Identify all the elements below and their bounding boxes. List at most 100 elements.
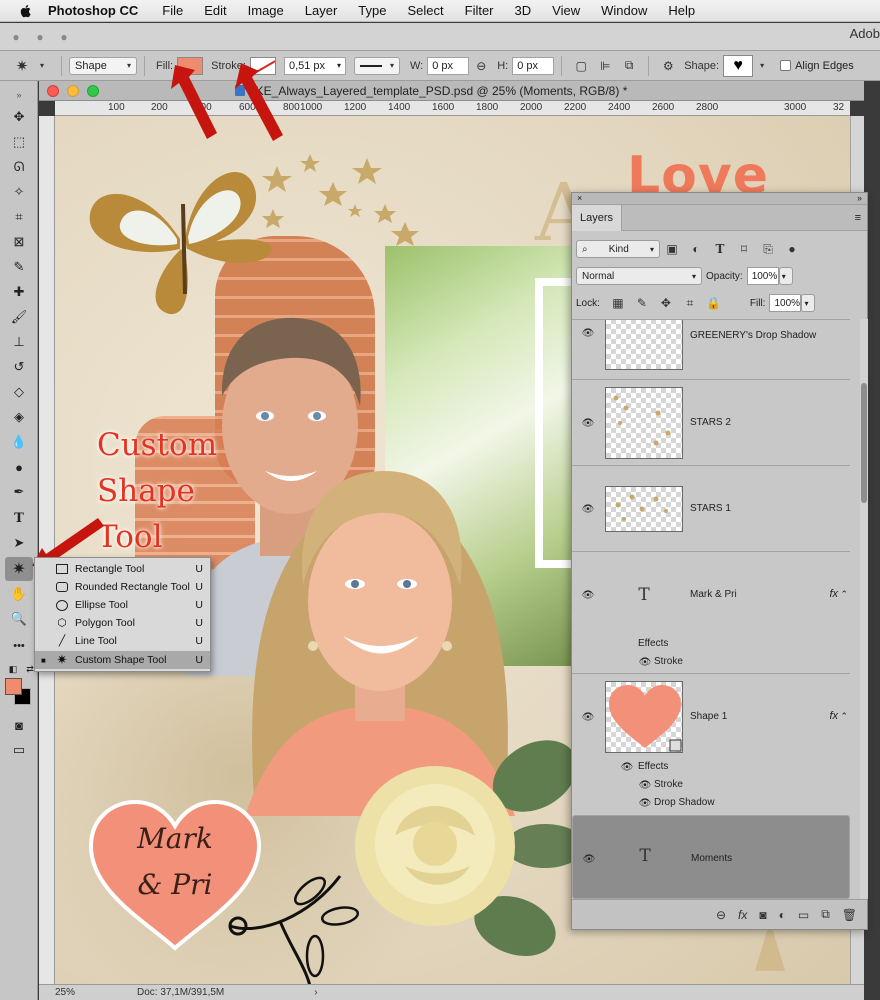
layer-row[interactable]: 👁 Shape 1 fx ⌃ 👁 Effects 👁 Stroke 👁 Drop… <box>572 673 850 815</box>
gear-icon[interactable]: ⚙ <box>660 58 676 74</box>
doc-zoom-icon[interactable] <box>87 84 99 97</box>
rounded-rectangle-tool-item[interactable]: Rounded Rectangle Tool U <box>35 578 210 596</box>
custom-shape-tool-item[interactable]: ■ ✷ Custom Shape Tool U <box>35 651 210 669</box>
blur-tool-icon[interactable]: 💧 <box>9 432 29 452</box>
menu-type[interactable]: Type <box>358 3 386 18</box>
tab-layers[interactable]: Layers <box>572 205 622 231</box>
layer-row[interactable]: 👁 GREENERY's Drop Shadow <box>572 319 850 379</box>
fill-field[interactable]: 100% <box>769 294 802 312</box>
menu-layer[interactable]: Layer <box>305 3 338 18</box>
path-selection-tool-icon[interactable]: ➤ <box>9 533 29 553</box>
line-tool-item[interactable]: ╱ Line Tool U <box>35 632 210 650</box>
magic-wand-tool-icon[interactable]: ✧ <box>9 182 29 202</box>
adjustment-layer-icon[interactable]: ◐ <box>779 908 786 922</box>
lock-position-icon[interactable]: ✥ <box>658 295 674 311</box>
chevron-up-icon[interactable]: ⌃ <box>840 589 848 600</box>
lasso-tool-icon[interactable]: ᘏ <box>9 157 29 177</box>
adjustment-filter-icon[interactable]: ◐ <box>688 241 704 257</box>
doc-close-icon[interactable] <box>47 84 59 97</box>
eye-icon[interactable]: 👁 <box>581 418 595 429</box>
path-alignment-icon[interactable]: ⊫ <box>597 58 613 74</box>
lock-transparent-icon[interactable]: ▦ <box>610 295 626 311</box>
eye-icon[interactable]: 👁 <box>582 854 596 865</box>
smart-object-filter-icon[interactable]: ⎘ <box>760 241 776 257</box>
chevron-down-icon[interactable]: ▾ <box>754 58 770 74</box>
eye-icon[interactable]: 👁 <box>581 590 595 601</box>
stamp-tool-icon[interactable]: ⊥ <box>9 332 29 352</box>
more-tools-icon[interactable]: ••• <box>9 636 29 656</box>
brush-tool-icon[interactable]: 🖌 <box>9 307 29 327</box>
chevron-down-icon[interactable]: ▾ <box>34 58 50 74</box>
menu-select[interactable]: Select <box>407 3 443 18</box>
filter-toggle-icon[interactable]: ● <box>784 241 800 257</box>
lock-image-icon[interactable]: ✎ <box>634 295 650 311</box>
shape-picker[interactable]: ♥ <box>723 54 754 77</box>
menu-filter[interactable]: Filter <box>465 3 494 18</box>
fx-icon[interactable]: fx <box>738 908 747 922</box>
ellipse-tool-item[interactable]: Ellipse Tool U <box>35 596 210 614</box>
height-field[interactable]: 0 px <box>512 56 555 75</box>
frame-tool-icon[interactable]: ⊠ <box>9 232 29 252</box>
layer-row-selected[interactable]: 👁 T Moments <box>572 815 850 899</box>
custom-shape-tool-preset-icon[interactable]: ✷ <box>14 58 30 75</box>
eye-icon[interactable]: 👁 <box>638 798 652 809</box>
path-operations-icon[interactable]: ▢ <box>573 58 589 74</box>
zoom-dot-icon[interactable]: ● <box>56 29 72 45</box>
trash-icon[interactable]: 🗑 <box>842 908 857 922</box>
collapse-icon[interactable]: » <box>9 85 29 105</box>
image-filter-icon[interactable]: ▣ <box>664 241 680 257</box>
add-mask-icon[interactable]: ◙ <box>759 908 766 922</box>
marquee-tool-icon[interactable]: ⬚ <box>9 132 29 152</box>
lock-artboard-icon[interactable]: ⌗ <box>682 295 698 311</box>
healing-brush-tool-icon[interactable]: ✚ <box>9 282 29 302</box>
type-filter-icon[interactable]: T <box>712 241 728 257</box>
menu-app-name[interactable]: Photoshop CC <box>48 3 138 18</box>
doc-minimize-icon[interactable] <box>67 84 79 97</box>
new-layer-icon[interactable]: ⧉ <box>821 907 830 922</box>
minimize-dot-icon[interactable]: ● <box>32 29 48 45</box>
eye-icon[interactable]: 👁 <box>620 762 634 773</box>
path-arrangement-icon[interactable]: ⧉ <box>621 58 637 74</box>
collapse-icon[interactable]: » <box>857 193 862 203</box>
hand-tool-icon[interactable]: ✋ <box>9 584 29 604</box>
apple-icon[interactable] <box>18 3 34 19</box>
mode-select[interactable]: Shape ▾ <box>69 56 137 75</box>
menu-help[interactable]: Help <box>668 3 695 18</box>
chevron-up-icon[interactable]: ⌃ <box>840 711 848 722</box>
link-layers-icon[interactable]: ⊖ <box>716 908 726 922</box>
fx-icon[interactable]: fx <box>829 588 838 600</box>
menu-view[interactable]: View <box>552 3 580 18</box>
polygon-tool-item[interactable]: ⬡ Polygon Tool U <box>35 614 210 632</box>
link-icon[interactable]: ⊖ <box>473 58 489 74</box>
stroke-type-select[interactable]: ▾ <box>353 56 400 75</box>
menu-window[interactable]: Window <box>601 3 647 18</box>
quick-mask-icon[interactable]: ◙ <box>9 715 29 735</box>
paint-bucket-tool-icon[interactable]: ◈ <box>9 407 29 427</box>
eyedropper-tool-icon[interactable]: ✎ <box>9 257 29 277</box>
shape-filter-icon[interactable]: ⌑ <box>736 241 752 257</box>
menu-image[interactable]: Image <box>248 3 284 18</box>
fill-slider-toggle[interactable]: ▾ <box>801 294 816 312</box>
dodge-tool-icon[interactable]: ● <box>9 457 29 477</box>
menu-3d[interactable]: 3D <box>515 3 532 18</box>
zoom-level[interactable]: 25% <box>39 987 97 998</box>
chevron-right-icon[interactable]: › <box>314 987 317 998</box>
eraser-tool-icon[interactable]: ◇ <box>9 382 29 402</box>
close-dot-icon[interactable]: ● <box>8 29 24 45</box>
layer-row[interactable]: 👁 STARS 2 <box>572 379 850 465</box>
eye-icon[interactable]: 👁 <box>638 780 652 791</box>
zoom-tool-icon[interactable]: 🔍 <box>9 609 29 629</box>
eye-icon[interactable]: 👁 <box>581 504 595 515</box>
eye-icon[interactable]: 👁 <box>581 328 595 339</box>
layers-scrollbar-thumb[interactable] <box>861 383 867 503</box>
opacity-slider-toggle[interactable]: ▾ <box>778 267 793 285</box>
lock-all-icon[interactable]: 🔒 <box>706 295 722 311</box>
filter-kind-select[interactable]: ⌕ Kind ▾ <box>576 240 660 258</box>
close-icon[interactable]: × <box>577 193 582 203</box>
history-brush-tool-icon[interactable]: ↺ <box>9 357 29 377</box>
rectangle-tool-item[interactable]: Rectangle Tool U <box>35 560 210 578</box>
align-edges-checkbox[interactable] <box>780 60 792 71</box>
layer-row[interactable]: 👁 STARS 1 <box>572 465 850 551</box>
move-tool-icon[interactable]: ✥ <box>9 107 29 127</box>
panel-menu-icon[interactable]: ≡ <box>855 212 861 224</box>
